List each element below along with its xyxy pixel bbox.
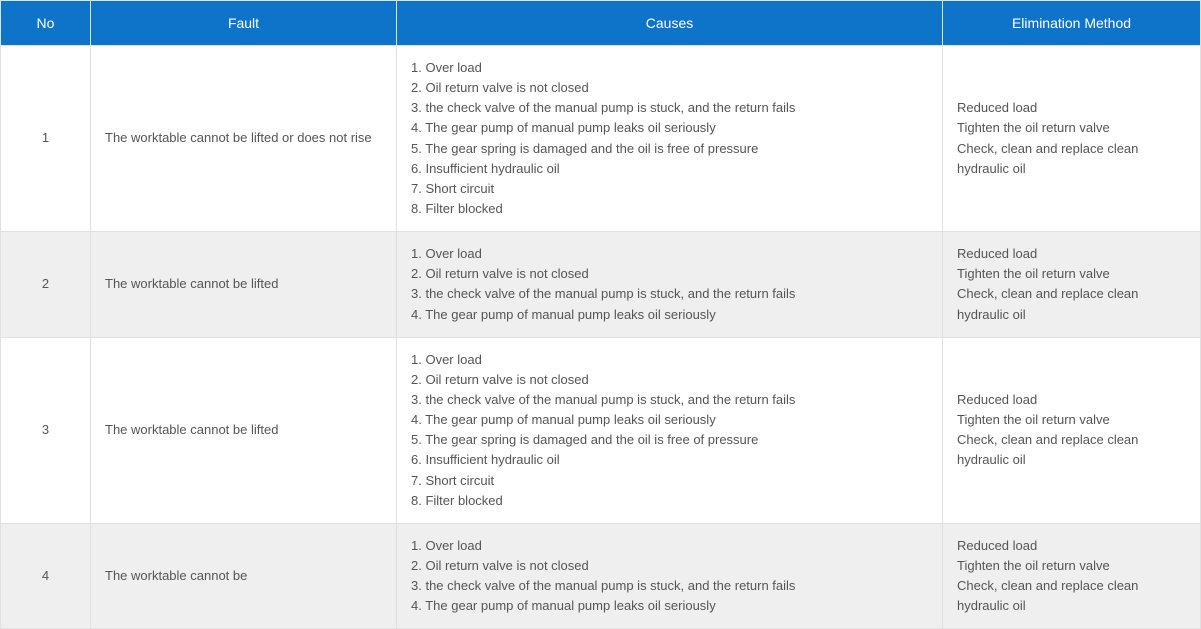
cell-no: 4 <box>1 523 91 629</box>
header-no: No <box>1 1 91 46</box>
cell-causes: 1. Over load2. Oil return valve is not c… <box>397 46 943 232</box>
table-row: 4 The worktable cannot be 1. Over load2.… <box>1 523 1201 629</box>
cell-elim: Reduced loadTighten the oil return valve… <box>943 523 1201 629</box>
table-header-row: No Fault Causes Elimination Method <box>1 1 1201 46</box>
cell-elim: Reduced loadTighten the oil return valve… <box>943 232 1201 338</box>
table-row: 2 The worktable cannot be lifted 1. Over… <box>1 232 1201 338</box>
cell-causes: 1. Over load2. Oil return valve is not c… <box>397 232 943 338</box>
cell-no: 3 <box>1 337 91 523</box>
cell-fault: The worktable cannot be lifted or does n… <box>91 46 397 232</box>
cell-fault: The worktable cannot be lifted <box>91 232 397 338</box>
cell-fault: The worktable cannot be lifted <box>91 337 397 523</box>
table-row: 1 The worktable cannot be lifted or does… <box>1 46 1201 232</box>
cell-elim: Reduced loadTighten the oil return valve… <box>943 46 1201 232</box>
cell-no: 2 <box>1 232 91 338</box>
cell-causes: 1. Over load2. Oil return valve is not c… <box>397 337 943 523</box>
header-elim: Elimination Method <box>943 1 1201 46</box>
cell-fault: The worktable cannot be <box>91 523 397 629</box>
fault-table: No Fault Causes Elimination Method 1 The… <box>0 0 1201 629</box>
table-row: 3 The worktable cannot be lifted 1. Over… <box>1 337 1201 523</box>
header-causes: Causes <box>397 1 943 46</box>
header-fault: Fault <box>91 1 397 46</box>
cell-elim: Reduced loadTighten the oil return valve… <box>943 337 1201 523</box>
cell-causes: 1. Over load2. Oil return valve is not c… <box>397 523 943 629</box>
cell-no: 1 <box>1 46 91 232</box>
